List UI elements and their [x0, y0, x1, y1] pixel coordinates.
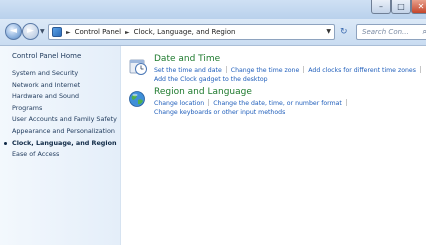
link-set-time-date[interactable]: Set the time and date — [154, 67, 222, 74]
close-button[interactable]: ✕ — [411, 0, 426, 14]
active-bullet-icon — [4, 141, 7, 145]
category-region-language: Region and Language Change location Chang… — [128, 87, 424, 119]
sidebar-control-panel-home[interactable]: Control Panel Home — [12, 52, 81, 60]
main-content: Date and Time Set the time and date Chang… — [122, 46, 426, 245]
link-change-format[interactable]: Change the date, time, or number format — [213, 100, 342, 107]
breadcrumb-separator-icon[interactable]: ► — [125, 29, 130, 36]
sidebar-item-clock-language-region[interactable]: Clock, Language, and Region — [4, 138, 120, 148]
search-icon[interactable]: ⌕ — [423, 25, 426, 39]
breadcrumb-control-panel[interactable]: Control Panel — [75, 28, 121, 36]
back-button[interactable]: ◄ — [5, 23, 22, 40]
link-separator — [345, 99, 347, 106]
link-change-time-zone[interactable]: Change the time zone — [231, 67, 300, 74]
sidebar-item-user-accounts[interactable]: User Accounts and Family Safety — [12, 116, 120, 124]
refresh-icon[interactable]: ↻ — [340, 27, 350, 37]
title-bar: – □ ✕ — [0, 0, 426, 19]
sidebar-item-system-security[interactable]: System and Security — [12, 69, 120, 78]
category-links-date-time: Set the time and date Change the time zon… — [154, 66, 426, 84]
maximize-button[interactable]: □ — [391, 0, 411, 14]
clock-icon[interactable] — [128, 56, 148, 76]
link-change-keyboards[interactable]: Change keyboards or other input methods — [154, 109, 285, 116]
breadcrumb-separator-icon[interactable]: ► — [66, 29, 71, 36]
search-input[interactable]: Search Con... ⌕ — [356, 24, 426, 40]
minimize-icon: – — [379, 2, 383, 11]
sidebar-item-label: Clock, Language, and Region — [12, 138, 117, 147]
recent-pages-dropdown-icon[interactable]: ▼ — [40, 29, 46, 35]
category-links-region-language: Change location Change the date, time, or… — [154, 99, 426, 117]
link-separator — [419, 66, 421, 73]
maximize-icon: □ — [397, 2, 405, 11]
address-bar[interactable]: ► Control Panel ► Clock, Language, and R… — [48, 24, 335, 40]
link-add-clock-gadget[interactable]: Add the Clock gadget to the desktop — [154, 76, 268, 83]
category-date-time: Date and Time Set the time and date Chang… — [128, 54, 424, 86]
sidebar-item-ease-of-access[interactable]: Ease of Access — [12, 151, 120, 159]
category-title-date-time[interactable]: Date and Time — [154, 54, 220, 64]
link-separator — [225, 66, 227, 73]
search-placeholder: Search Con... — [362, 28, 409, 36]
back-arrow-icon: ◄ — [10, 26, 17, 36]
link-separator — [208, 99, 210, 106]
link-add-clocks[interactable]: Add clocks for different time zones — [308, 67, 416, 74]
sidebar-item-network-internet[interactable]: Network and Internet — [12, 81, 120, 90]
address-dropdown-icon[interactable]: ▼ — [326, 28, 331, 35]
control-panel-icon — [52, 27, 62, 37]
close-icon: ✕ — [417, 2, 425, 11]
sidebar-item-appearance[interactable]: Appearance and Personalization — [12, 127, 120, 136]
navigation-bar: ◄ ► ▼ ► Control Panel ► Clock, Language,… — [0, 19, 426, 46]
breadcrumb-clock-language-region[interactable]: Clock, Language, and Region — [134, 28, 236, 36]
sidebar: Control Panel Home System and Security N… — [0, 46, 121, 245]
sidebar-item-programs[interactable]: Programs — [12, 104, 120, 113]
sidebar-item-hardware-sound[interactable]: Hardware and Sound — [12, 93, 120, 101]
sidebar-list: System and Security Network and Internet… — [4, 69, 120, 163]
link-change-location[interactable]: Change location — [154, 100, 204, 107]
globe-icon[interactable] — [128, 89, 148, 109]
category-title-region-language[interactable]: Region and Language — [154, 87, 252, 97]
minimize-button[interactable]: – — [371, 0, 391, 14]
link-separator — [303, 66, 305, 73]
forward-button[interactable]: ► — [22, 23, 39, 40]
forward-arrow-icon: ► — [27, 26, 34, 36]
